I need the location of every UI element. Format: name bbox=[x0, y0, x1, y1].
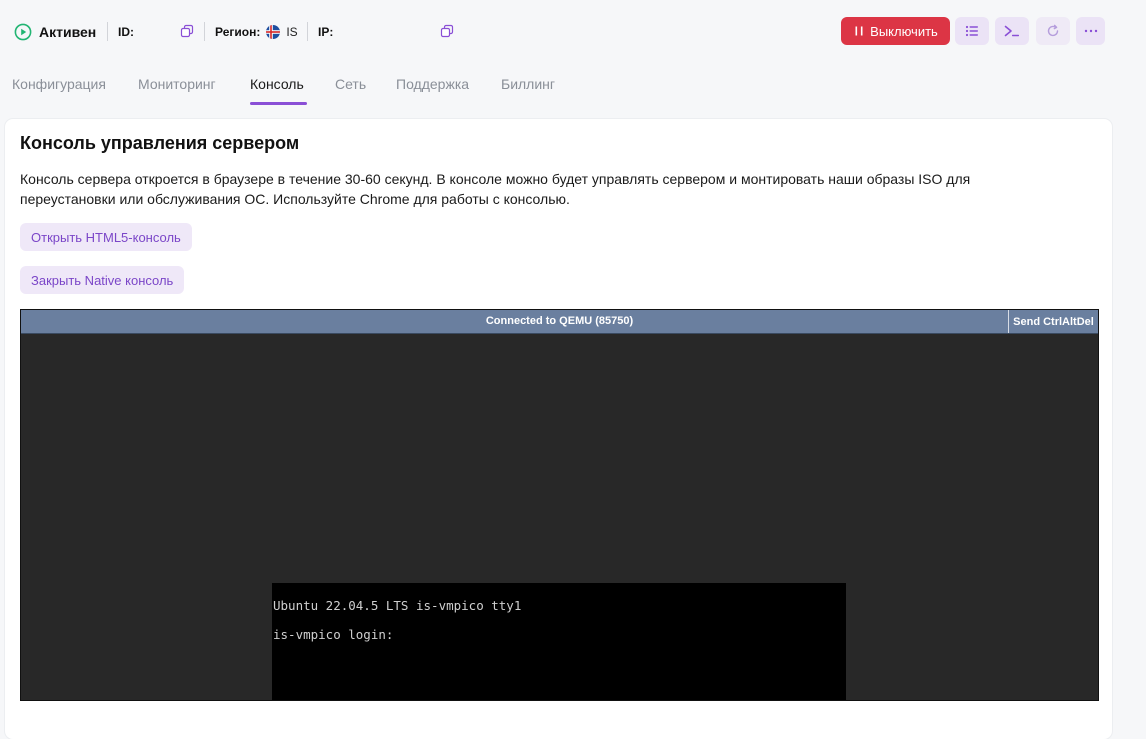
vm-screen[interactable]: Ubuntu 22.04.5 LTS is-vmpico tty1 is-vmp… bbox=[272, 583, 846, 700]
tab-monitoring[interactable]: Мониторинг bbox=[138, 76, 216, 104]
vnc-console[interactable]: Connected to QEMU (85750) Send CtrlAltDe… bbox=[20, 309, 1099, 701]
ip-label: IP: bbox=[318, 25, 334, 39]
pause-icon bbox=[853, 25, 865, 37]
refresh-icon bbox=[1046, 24, 1060, 38]
console-card: Консоль управления сервером Консоль серв… bbox=[5, 119, 1112, 739]
vnc-status-bar: Connected to QEMU (85750) Send CtrlAltDe… bbox=[21, 310, 1098, 334]
header-divider bbox=[107, 22, 108, 41]
tab-billing[interactable]: Биллинг bbox=[501, 76, 555, 104]
server-id: ID: bbox=[118, 23, 140, 41]
header-divider bbox=[307, 22, 308, 41]
header-divider bbox=[204, 22, 205, 41]
send-ctrl-alt-del-button[interactable]: Send CtrlAltDel bbox=[1008, 310, 1098, 333]
server-region: Регион: IS bbox=[215, 23, 298, 41]
region-value: IS bbox=[286, 25, 298, 39]
open-html5-console-button[interactable]: Открыть HTML5-консоль bbox=[20, 223, 192, 251]
tab-console[interactable]: Консоль bbox=[250, 76, 304, 104]
play-circle-icon bbox=[14, 23, 32, 41]
server-header: Активен ID: Регион: IS IP: Выключить bbox=[0, 0, 1146, 62]
active-tab-indicator bbox=[250, 102, 307, 105]
tab-support[interactable]: Поддержка bbox=[396, 76, 469, 104]
vnc-connection-status: Connected to QEMU (85750) bbox=[485, 315, 634, 327]
close-native-console-button[interactable]: Закрыть Native консоль bbox=[20, 266, 185, 294]
power-off-button[interactable]: Выключить bbox=[841, 17, 950, 45]
more-dots-icon bbox=[1083, 28, 1099, 34]
terminal-icon bbox=[1003, 23, 1021, 39]
task-list-button[interactable] bbox=[955, 17, 989, 45]
tab-configuration[interactable]: Конфигурация bbox=[12, 76, 106, 104]
list-icon bbox=[964, 23, 980, 39]
more-actions-button[interactable] bbox=[1076, 17, 1105, 45]
copy-ip-icon[interactable] bbox=[440, 24, 454, 38]
terminal-line: Ubuntu 22.04.5 LTS is-vmpico tty1 bbox=[273, 598, 522, 613]
id-label: ID: bbox=[118, 25, 134, 39]
terminal-line: is-vmpico login: bbox=[273, 627, 394, 642]
power-off-label: Выключить bbox=[870, 23, 938, 39]
status-label: Активен bbox=[39, 24, 97, 40]
page-title: Консоль управления сервером bbox=[20, 133, 300, 153]
region-label: Регион: bbox=[215, 25, 261, 39]
console-description: Консоль сервера откроется в браузере в т… bbox=[20, 171, 971, 207]
server-ip: IP: bbox=[318, 23, 339, 41]
refresh-button[interactable] bbox=[1036, 17, 1070, 45]
server-status: Активен bbox=[14, 22, 96, 42]
iceland-flag-icon bbox=[266, 25, 281, 39]
copy-id-icon[interactable] bbox=[180, 24, 194, 38]
tab-network[interactable]: Сеть bbox=[335, 76, 366, 104]
console-button[interactable] bbox=[995, 17, 1029, 45]
